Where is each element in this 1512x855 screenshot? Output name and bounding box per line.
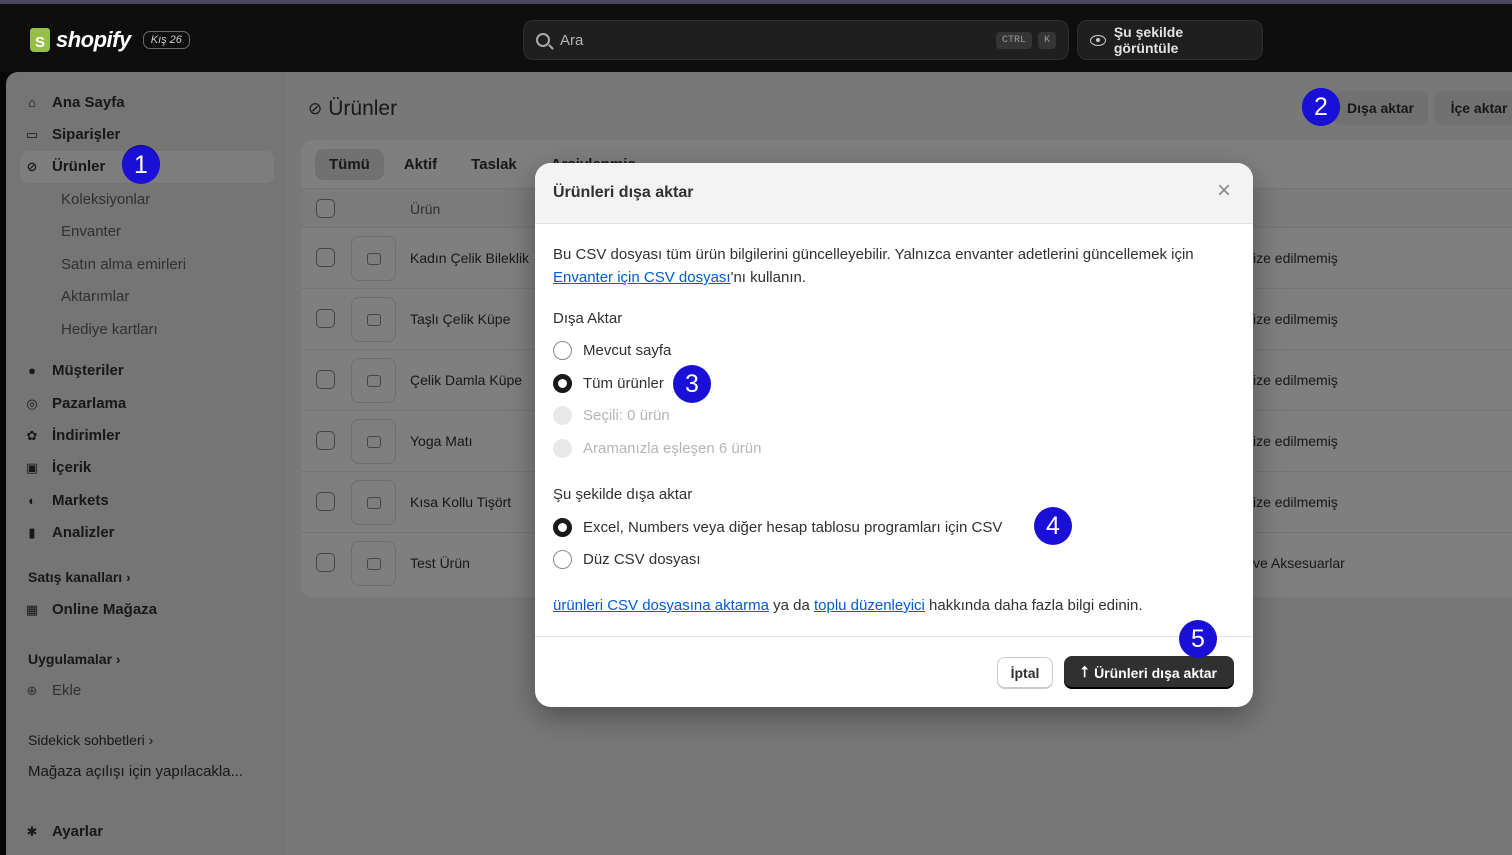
export-products-label: Ürünleri dışa aktar bbox=[1094, 664, 1217, 681]
radio-all-products[interactable]: Tüm ürünler bbox=[553, 374, 664, 393]
kbd-k: K bbox=[1037, 31, 1056, 49]
modal-footer: İptal ⭡ Ürünleri dışa aktar bbox=[535, 636, 1253, 707]
search-icon bbox=[536, 33, 550, 47]
help-text-mid: ya da bbox=[768, 597, 814, 614]
close-icon[interactable]: × bbox=[1217, 179, 1231, 203]
kbd-ctrl: CTRL bbox=[995, 31, 1032, 49]
search-placeholder: Ara bbox=[560, 31, 584, 49]
radio-button[interactable] bbox=[553, 550, 572, 569]
step-badge-3: 3 bbox=[673, 365, 711, 403]
radio-button[interactable] bbox=[553, 374, 572, 393]
export-products-modal: Ürünleri dışa aktar × Bu CSV dosyası tüm… bbox=[535, 163, 1253, 707]
step-badge-5: 5 bbox=[1179, 620, 1217, 658]
step-badge-4: 4 bbox=[1034, 507, 1072, 545]
radio-label: Seçili: 0 ürün bbox=[583, 407, 670, 424]
radio-search-match: Aramanızla eşleşen 6 ürün bbox=[553, 439, 761, 458]
radio-label: Aramanızla eşleşen 6 ürün bbox=[583, 440, 762, 457]
desc-text-2: 'nı kullanın. bbox=[730, 269, 807, 286]
radio-label: Düz CSV dosyası bbox=[583, 551, 701, 568]
bulk-editor-link[interactable]: toplu düzenleyici bbox=[814, 597, 925, 614]
radio-label: Excel, Numbers veya diğer hesap tablosu … bbox=[583, 519, 1003, 536]
modal-header: Ürünleri dışa aktar × bbox=[535, 163, 1253, 224]
radio-button[interactable] bbox=[553, 518, 572, 537]
csv-export-help-link[interactable]: ürünleri CSV dosyasına aktarma bbox=[553, 597, 769, 614]
cancel-button[interactable]: İptal bbox=[997, 657, 1053, 689]
upload-icon: ⭡ bbox=[1081, 664, 1089, 681]
search-bar[interactable]: Ara CTRL K bbox=[523, 20, 1069, 60]
top-bar: S shopify Kış 26 Ara CTRL K Şu şekilde g… bbox=[0, 0, 1512, 72]
step-badge-2-top: 2 bbox=[1302, 88, 1340, 126]
window-top-line bbox=[0, 0, 1512, 4]
shopify-bag-icon: S bbox=[30, 28, 50, 52]
radio-label: Tüm ürünler bbox=[583, 375, 664, 392]
radio-plain-csv[interactable]: Düz CSV dosyası bbox=[553, 550, 701, 569]
radio-label: Mevcut sayfa bbox=[583, 342, 672, 359]
export-products-button[interactable]: ⭡ Ürünleri dışa aktar bbox=[1064, 656, 1234, 689]
export-scope-label: Dışa Aktar bbox=[553, 310, 623, 327]
help-text-end: hakkında daha fazla bilgi edinin. bbox=[924, 597, 1143, 614]
logo-text: shopify bbox=[56, 27, 131, 52]
step-badge-1-top: 1 bbox=[122, 146, 160, 184]
radio-selected: Seçili: 0 ürün bbox=[553, 406, 670, 425]
view-as-label: Şu şekilde görüntüle bbox=[1113, 24, 1184, 56]
radio-current-page[interactable]: Mevcut sayfa bbox=[553, 341, 671, 360]
eye-icon bbox=[1090, 34, 1106, 46]
radio-excel-csv[interactable]: Excel, Numbers veya diğer hesap tablosu … bbox=[553, 518, 1002, 537]
shopify-logo[interactable]: S shopify Kış 26 bbox=[30, 27, 190, 53]
export-format-label: Şu şekilde dışa aktar bbox=[553, 486, 693, 503]
help-text: ürünleri CSV dosyasına aktarma ya da top… bbox=[553, 597, 1143, 614]
modal-title: Ürünleri dışa aktar bbox=[553, 184, 694, 201]
modal-description: Bu CSV dosyası tüm ürün bilgilerini günc… bbox=[553, 243, 1233, 289]
inventory-csv-link[interactable]: Envanter için CSV dosyası bbox=[553, 269, 731, 286]
radio-button bbox=[553, 439, 572, 458]
desc-text-1: Bu CSV dosyası tüm ürün bilgilerini günc… bbox=[553, 246, 1194, 263]
radio-button bbox=[553, 406, 572, 425]
view-as-button[interactable]: Şu şekilde görüntüle bbox=[1077, 20, 1263, 60]
edition-badge: Kış 26 bbox=[142, 31, 190, 49]
radio-button[interactable] bbox=[553, 341, 572, 360]
